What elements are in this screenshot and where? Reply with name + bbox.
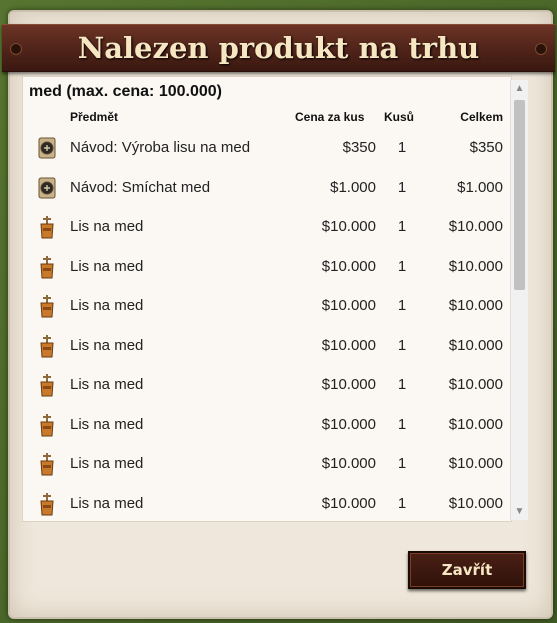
honey-press-icon [37,255,57,279]
title-bar: Nalezen produkt na trhu [2,24,555,72]
item-qty: 1 [397,257,407,275]
recipe-scroll-icon [37,136,57,160]
honey-press-icon [37,413,57,437]
item-name: Lis na med [70,376,144,393]
item-total: $1.000 [457,178,503,196]
column-header-item: Předmět [70,110,119,124]
column-header-qty: Kusů [384,110,414,124]
item-name: Lis na med [70,218,144,235]
list-item[interactable]: Lis na med $10.000 1 $10.000 [23,325,511,365]
list-item[interactable]: Lis na med $10.000 1 $10.000 [23,443,511,483]
item-unit-price: $10.000 [321,455,376,472]
item-total: $10.000 [448,218,503,235]
scroll-thumb[interactable] [514,100,525,290]
honey-press-icon [37,452,57,476]
item-name: Lis na med [70,257,144,275]
list-item[interactable]: Lis na med $10.000 1 $10.000 [23,404,511,444]
honey-press-icon [37,334,57,358]
item-total: $10.000 [448,376,503,393]
rivet-icon [535,43,547,55]
item-total: $10.000 [448,415,503,433]
item-qty: 1 [397,297,407,314]
item-total: $10.000 [448,257,503,275]
item-name: Lis na med [70,336,144,354]
dialog-title: Nalezen produkt na trhu [77,31,480,65]
item-unit-price: $10.000 [321,415,376,433]
honey-press-icon [37,492,57,516]
item-qty: 1 [397,139,407,156]
item-total: $10.000 [448,297,503,314]
item-total: $350 [469,139,503,156]
scroll-up-icon[interactable]: ▲ [511,80,528,97]
item-unit-price: $10.000 [321,218,376,235]
rivet-icon [10,43,22,55]
item-name: Lis na med [70,415,144,433]
list-item[interactable]: Návod: Smíchat med $1.000 1 $1.000 [23,167,511,207]
item-name: Lis na med [70,297,144,314]
list-item[interactable]: Návod: Výroba lisu na med $350 1 $350 [23,127,511,167]
item-name: Lis na med [70,494,144,512]
results-list: med (max. cena: 100.000) Předmět Cena za… [22,76,512,522]
honey-press-icon [37,373,57,397]
item-total: $10.000 [448,455,503,472]
item-qty: 1 [397,455,407,472]
item-qty: 1 [397,494,407,512]
item-qty: 1 [397,415,407,433]
item-qty: 1 [397,218,407,235]
item-name: Návod: Výroba lisu na med [70,139,251,156]
list-item[interactable]: Lis na med $10.000 1 $10.000 [23,483,511,523]
list-item[interactable]: Lis na med $10.000 1 $10.000 [23,285,511,325]
search-heading: med (max. cena: 100.000) [29,83,222,100]
item-unit-price: $1.000 [330,178,376,196]
item-unit-price: $10.000 [321,336,376,354]
item-qty: 1 [397,178,407,196]
list-item[interactable]: Lis na med $10.000 1 $10.000 [23,364,511,404]
item-qty: 1 [397,376,407,393]
close-button[interactable]: Zavřít [408,551,526,589]
list-scrollbar[interactable]: ▲ ▼ [510,80,528,520]
column-header-unit-price: Cena za kus [295,110,365,124]
item-qty: 1 [397,336,407,354]
column-header-total: Celkem [460,110,503,124]
list-item[interactable]: Lis na med $10.000 1 $10.000 [23,246,511,286]
scroll-down-icon[interactable]: ▼ [511,503,528,520]
list-item[interactable]: Lis na med $10.000 1 $10.000 [23,206,511,246]
item-name: Lis na med [70,455,144,472]
item-total: $10.000 [448,336,503,354]
honey-press-icon [37,294,57,318]
item-name: Návod: Smíchat med [70,178,211,196]
recipe-scroll-icon [37,176,57,200]
item-total: $10.000 [448,494,503,512]
item-unit-price: $10.000 [321,494,376,512]
item-unit-price: $10.000 [321,376,376,393]
honey-press-icon [37,215,57,239]
item-unit-price: $10.000 [321,297,376,314]
item-unit-price: $10.000 [321,257,376,275]
item-unit-price: $350 [342,139,376,156]
